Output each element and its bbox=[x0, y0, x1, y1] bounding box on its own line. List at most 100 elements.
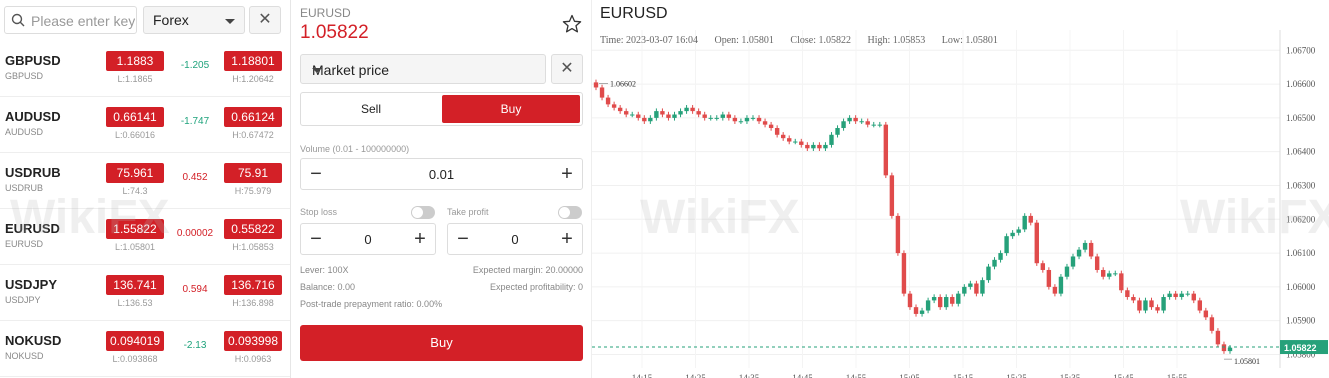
bid-price-button[interactable]: 0.094019 bbox=[106, 331, 164, 351]
candle-body bbox=[956, 293, 961, 304]
quote-list-panel: Forex ✕ GBPUSD GBPUSD 1.1883 L:1.1865 -1.205… bbox=[0, 0, 291, 378]
bid-price-button[interactable]: 1.1883 bbox=[106, 51, 164, 71]
star-icon[interactable] bbox=[562, 14, 582, 34]
side-tabs: Sell Buy bbox=[300, 92, 583, 126]
take-profit-value[interactable]: 0 bbox=[478, 232, 552, 247]
candle-body bbox=[684, 107, 689, 112]
quote-symbol: USDJPY bbox=[5, 277, 58, 292]
watermark-logo: WikiFX bbox=[640, 191, 800, 244]
candle-body bbox=[774, 128, 780, 135]
category-select[interactable]: Forex bbox=[143, 6, 245, 34]
search-box[interactable] bbox=[4, 6, 137, 34]
ohlc-high: High: 1.05853 bbox=[867, 35, 926, 46]
candle-body bbox=[1101, 269, 1106, 277]
candle-body bbox=[750, 117, 756, 119]
ask-price-button[interactable]: 0.55822 bbox=[224, 219, 282, 239]
y-tick-label: 1.06300 bbox=[1286, 180, 1316, 190]
ask-price-button[interactable]: 0.093998 bbox=[224, 331, 282, 351]
candle-body bbox=[1131, 297, 1136, 301]
quote-row[interactable]: GBPUSD GBPUSD 1.1883 L:1.1865 -1.205 1.18801 H… bbox=[0, 41, 290, 97]
quote-subtitle: USDJPY bbox=[5, 295, 41, 305]
candle-body bbox=[642, 117, 647, 122]
candle-body bbox=[1173, 293, 1178, 298]
candle-body bbox=[1179, 293, 1184, 298]
volume-decrement-button[interactable]: − bbox=[307, 163, 325, 185]
candle-body bbox=[793, 141, 798, 143]
search-input[interactable] bbox=[29, 11, 137, 31]
quote-row[interactable]: NOKUSD NOKUSD 0.094019 L:0.093868 -2.13 0.093… bbox=[0, 321, 290, 377]
x-tick-label: 15:35 bbox=[1060, 373, 1081, 378]
quote-change: 0.452 bbox=[182, 172, 208, 183]
candle-body bbox=[817, 144, 822, 149]
candle-body bbox=[853, 117, 858, 122]
candle-body bbox=[762, 121, 768, 125]
take-profit-decrement-button[interactable]: − bbox=[454, 228, 472, 250]
candle-body bbox=[1058, 276, 1064, 294]
chart-panel: 1.06700 1.06600 1.06500 1.06400 1.06300 1.062… bbox=[591, 0, 1329, 378]
buy-submit-button[interactable]: Buy bbox=[300, 325, 583, 361]
volume-increment-button[interactable]: + bbox=[558, 163, 576, 185]
candle-body bbox=[780, 134, 786, 139]
take-profit-increment-button[interactable]: + bbox=[558, 228, 576, 250]
candle-body bbox=[1203, 310, 1209, 318]
balance-text: Balance: 0.00 bbox=[300, 282, 356, 292]
chevron-down-icon bbox=[312, 68, 322, 73]
candle-body bbox=[1028, 215, 1033, 223]
x-tick-label: 15:15 bbox=[953, 373, 974, 378]
chart-title: EURUSD bbox=[600, 5, 668, 22]
candle-body bbox=[720, 114, 725, 118]
candle-body bbox=[1052, 286, 1058, 294]
ask-price-button[interactable]: 75.91 bbox=[224, 163, 282, 183]
bid-price-button[interactable]: 75.961 bbox=[106, 163, 164, 183]
clear-search-button[interactable]: ✕ bbox=[249, 6, 281, 34]
quote-subtitle: AUDUSD bbox=[5, 127, 44, 137]
stop-loss-toggle[interactable] bbox=[411, 206, 435, 219]
candle-body bbox=[950, 297, 955, 304]
quote-row[interactable]: USDJPY USDJPY 136.741 L:136.53 0.594 136.716 H… bbox=[0, 265, 290, 321]
y-tick-label: 1.06000 bbox=[1286, 282, 1316, 292]
candle-body bbox=[968, 283, 973, 287]
candle-body bbox=[986, 266, 991, 281]
quote-low: L:0.093868 bbox=[112, 354, 158, 364]
close-order-button[interactable]: ✕ bbox=[551, 54, 583, 84]
y-tick-label: 1.06500 bbox=[1286, 113, 1316, 123]
category-select-value: Forex bbox=[153, 12, 189, 28]
stop-loss-value[interactable]: 0 bbox=[331, 232, 405, 247]
stop-loss-decrement-button[interactable]: − bbox=[307, 228, 325, 250]
lever-text: Lever: 100X bbox=[300, 265, 349, 275]
candle-body bbox=[1004, 236, 1009, 254]
candle-body bbox=[617, 107, 623, 112]
candle-body bbox=[1161, 297, 1166, 311]
tab-buy[interactable]: Buy bbox=[442, 95, 580, 123]
quote-subtitle: GBPUSD bbox=[5, 71, 44, 81]
candle-body bbox=[660, 111, 665, 115]
ask-price-button[interactable]: 136.716 bbox=[224, 275, 282, 295]
quote-high: H:1.20642 bbox=[232, 74, 274, 84]
stop-loss-stepper: − 0 + bbox=[300, 223, 436, 255]
tab-sell[interactable]: Sell bbox=[301, 93, 441, 125]
candle-body bbox=[744, 117, 750, 122]
max-price-label: 1.06602 bbox=[610, 79, 636, 88]
bid-price-button[interactable]: 136.741 bbox=[106, 275, 164, 295]
quote-row[interactable]: AUDUSD AUDUSD 0.66141 L:0.66016 -1.747 0.6612… bbox=[0, 97, 290, 153]
stop-loss-increment-button[interactable]: + bbox=[411, 228, 429, 250]
candlestick-chart[interactable]: 1.067001.066001.065001.064001.063001.062… bbox=[592, 0, 1329, 378]
candle-body bbox=[1185, 293, 1190, 295]
quote-high: H:75.979 bbox=[234, 186, 272, 196]
y-tick-label: 1.06100 bbox=[1286, 248, 1316, 258]
candle-body bbox=[654, 111, 659, 118]
candle-body bbox=[708, 117, 713, 119]
order-type-select[interactable]: Market price bbox=[300, 54, 546, 84]
bid-price-button[interactable]: 0.66141 bbox=[106, 107, 164, 127]
candle-body bbox=[931, 297, 937, 301]
candle-body bbox=[666, 114, 671, 118]
ask-price-button[interactable]: 0.66124 bbox=[224, 107, 282, 127]
candle-body bbox=[835, 128, 840, 135]
take-profit-toggle[interactable] bbox=[558, 206, 582, 219]
quote-change: 0.594 bbox=[182, 284, 208, 295]
volume-label: Volume (0.01 - 100000000) bbox=[300, 144, 410, 154]
candle-body bbox=[937, 297, 943, 308]
volume-value[interactable]: 0.01 bbox=[331, 167, 552, 182]
ask-price-button[interactable]: 1.18801 bbox=[224, 51, 282, 71]
close-icon: ✕ bbox=[258, 11, 272, 28]
